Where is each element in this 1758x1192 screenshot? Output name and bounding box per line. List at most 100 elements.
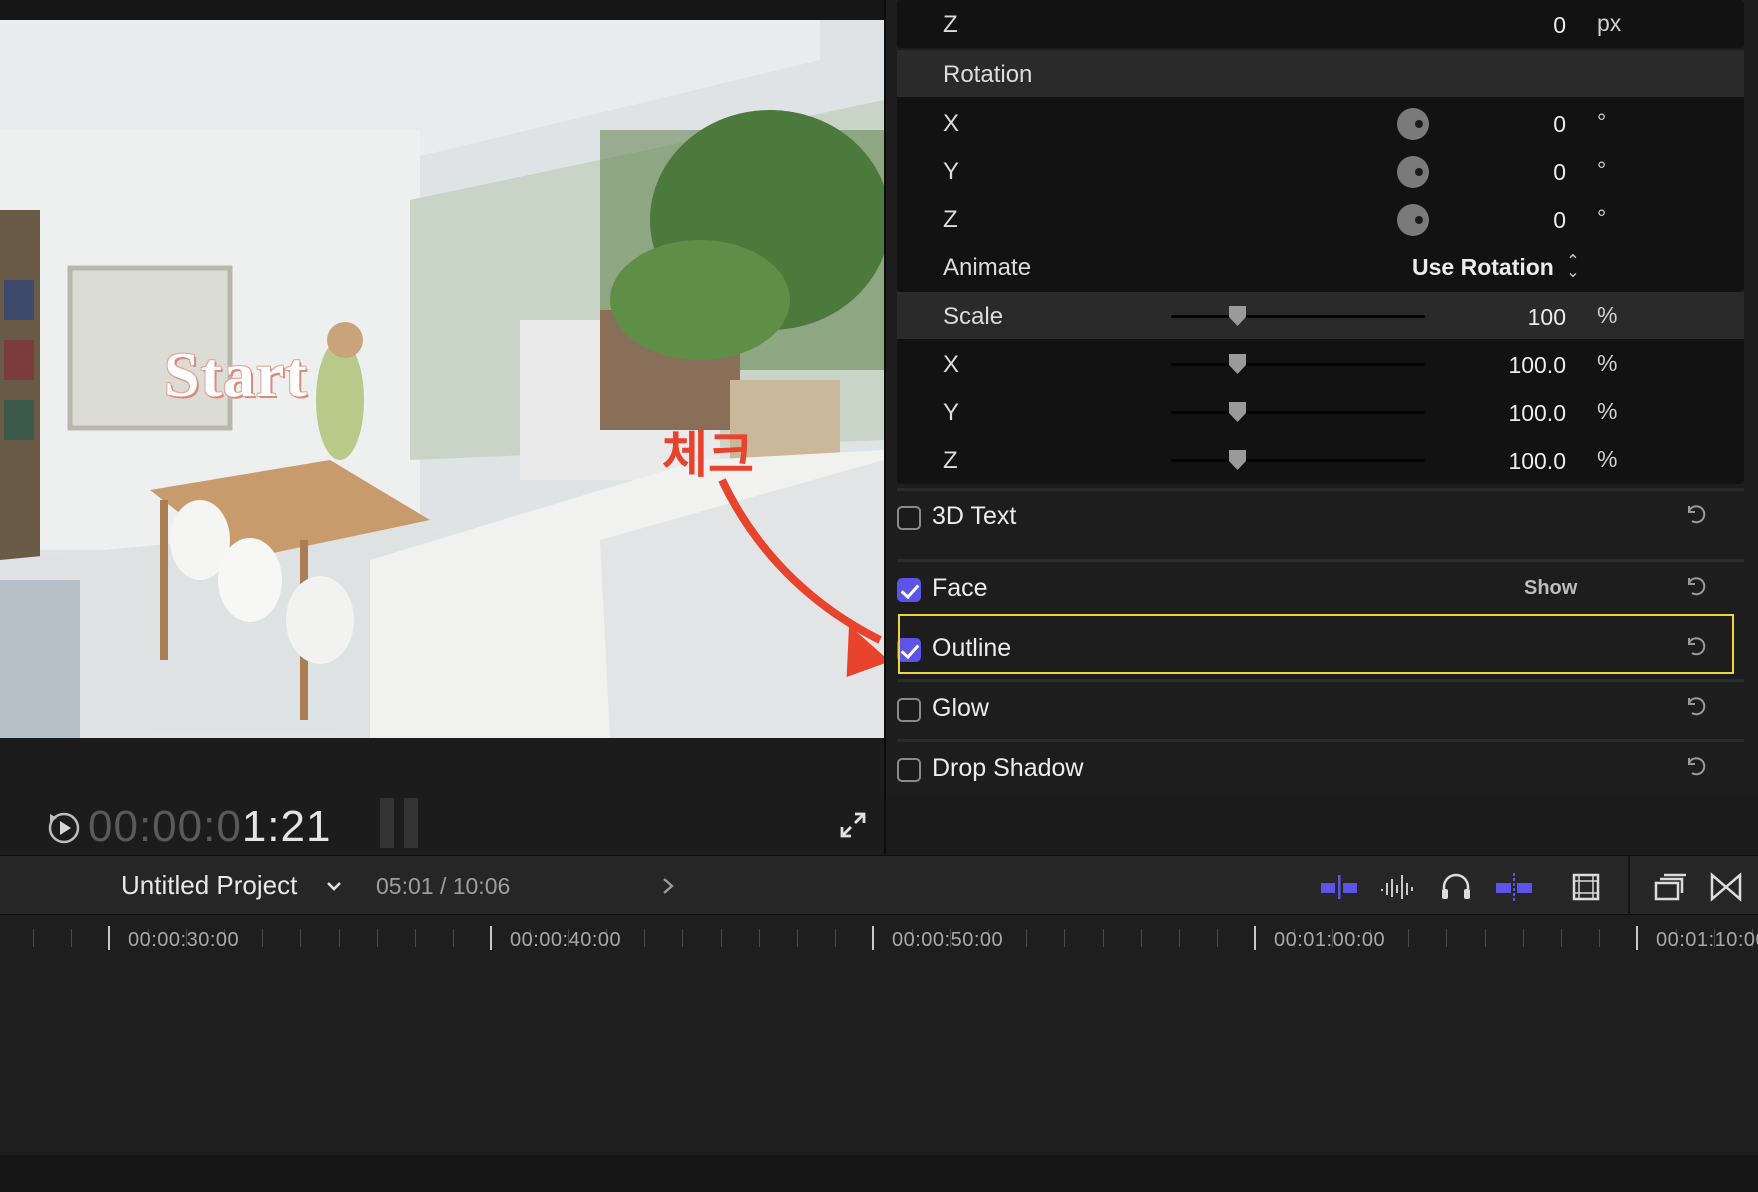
ruler-tick [33,929,34,947]
param-unit: % [1597,350,1618,376]
reset-icon[interactable] [1683,573,1707,597]
timeline-ruler[interactable]: 00:00:30:00 00:00:40:00 00:00:50:00 00:01:0… [0,915,1758,965]
position-z-value[interactable]: 0 [1553,12,1566,39]
ruler-tick [1485,929,1486,947]
scale-x-value[interactable]: 100.0 [1508,352,1566,379]
scale-y-slider[interactable] [1171,402,1425,422]
filmstrip-icon[interactable] [1566,871,1606,903]
effects-browser-icon[interactable] [1650,871,1690,903]
outline-highlight-box [898,614,1734,674]
ruler-tick [1026,929,1027,947]
slider-knob[interactable] [1229,450,1246,470]
rotation-header[interactable]: Rotation [897,50,1744,97]
audio-meter [380,798,422,848]
param-unit: % [1597,446,1618,472]
bottom-bar [0,1155,1758,1192]
chevron-right-icon[interactable] [660,876,676,896]
headphones-icon[interactable] [1436,871,1476,903]
ruler-tick [415,929,416,947]
inspector-panel: Z 0 px Rotation X 0 ° Y 0 ° Z 0 ° Animat… [886,0,1758,795]
ruler-tick [1064,929,1065,947]
ruler-tick [453,929,454,947]
animate-popup[interactable]: Use Rotation [1412,254,1554,281]
video-frame[interactable]: Start 체크 [0,20,884,738]
section-glow[interactable]: Glow [897,680,1744,736]
reset-icon[interactable] [1683,753,1707,777]
rotation-y-dial[interactable] [1397,156,1429,188]
audio-skimming-icon[interactable] [1378,871,1418,903]
play-button[interactable] [47,810,81,844]
scale-y-value[interactable]: 100.0 [1508,400,1566,427]
scale-z-slider[interactable] [1171,450,1425,470]
ruler-tick [1523,929,1524,947]
rotation-y-row: Y 0 ° [897,147,1744,194]
scale-x-slider[interactable] [1171,354,1425,374]
viewer: Start 체크 00:00:01:21 [0,0,884,855]
ruler-tick [71,929,72,947]
ruler-tick [797,929,798,947]
face-show-toggle[interactable]: Show [1524,577,1577,600]
timecode-display[interactable]: 00:00:01:21 [88,800,331,854]
transitions-browser-icon[interactable] [1706,871,1746,903]
rotation-z-dial[interactable] [1397,204,1429,236]
param-label: Y [943,158,960,185]
ruler-tick [644,929,645,947]
scale-x-row: X 100.0 % [897,340,1744,387]
glow-checkbox[interactable] [897,698,921,722]
drop-shadow-checkbox[interactable] [897,758,921,782]
fullscreen-icon[interactable] [838,810,868,840]
chevron-down-icon[interactable] [324,876,344,896]
timeline-toolbar: Untitled Project 05:01 / 10:06 [0,855,1758,916]
param-unit: % [1597,398,1618,424]
param-unit: % [1597,302,1618,328]
timecode-leading: 00:00:0 [88,802,242,851]
scale-y-row: Y 100.0 % [897,388,1744,435]
scale-header[interactable]: Scale 100 % [897,292,1744,339]
section-label: 3D Text [932,502,1017,530]
reset-icon[interactable] [1683,501,1707,525]
title-overlay-text[interactable]: Start [164,338,308,412]
ruler-tick [1408,929,1409,947]
rotation-x-dial[interactable] [1397,108,1429,140]
project-name[interactable]: Untitled Project [121,870,297,901]
param-label: Y [943,399,960,426]
ruler-major-tick [490,926,492,950]
rotation-x-row: X 0 ° [897,99,1744,146]
scale-z-row: Z 100.0 % [897,436,1744,483]
position-z-group: Z 0 px [897,0,1744,48]
scale-group: Scale 100 % X 100.0 % Y 100.0 % Z 100.0 … [897,292,1744,484]
timeline[interactable]: 00:00:30:00 00:00:40:00 00:00:50:00 00:01:0… [0,915,1758,1155]
param-label: Z [943,206,958,233]
section-face[interactable]: Face Show [897,560,1744,616]
ruler-tick [1561,929,1562,947]
section-drop-shadow[interactable]: Drop Shadow [897,740,1744,796]
slider-knob[interactable] [1229,306,1246,326]
ruler-tick [377,929,378,947]
param-label: Animate [943,254,1032,281]
section-3d-text[interactable]: 3D Text [897,488,1744,544]
slider-knob[interactable] [1229,354,1246,374]
snapping-icon[interactable] [1494,871,1534,903]
scale-value[interactable]: 100 [1528,304,1566,331]
3d-text-checkbox[interactable] [897,506,921,530]
rotation-z-value[interactable]: 0 [1553,207,1566,234]
rotation-z-row: Z 0 ° [897,195,1744,242]
rotation-x-value[interactable]: 0 [1553,111,1566,138]
ruler-label: 00:00:40:00 [510,929,622,951]
ruler-label: 00:01:10:00 [1656,929,1758,951]
ruler-tick [300,929,301,947]
ruler-tick [1141,929,1142,947]
ruler-major-tick [872,926,874,950]
ruler-tick [835,929,836,947]
slider-knob[interactable] [1229,402,1246,422]
face-checkbox[interactable] [897,578,921,602]
reset-icon[interactable] [1683,693,1707,717]
up-down-chevron-icon[interactable]: ⌃ ⌄ [1566,254,1580,281]
rotation-y-value[interactable]: 0 [1553,159,1566,186]
scale-slider[interactable] [1171,306,1425,326]
param-unit: px [1597,10,1622,36]
scale-z-value[interactable]: 100.0 [1508,448,1566,475]
clip-appearance-icon[interactable] [1319,871,1359,903]
toolbar-separator [1628,856,1630,916]
section-label: Glow [932,694,989,722]
